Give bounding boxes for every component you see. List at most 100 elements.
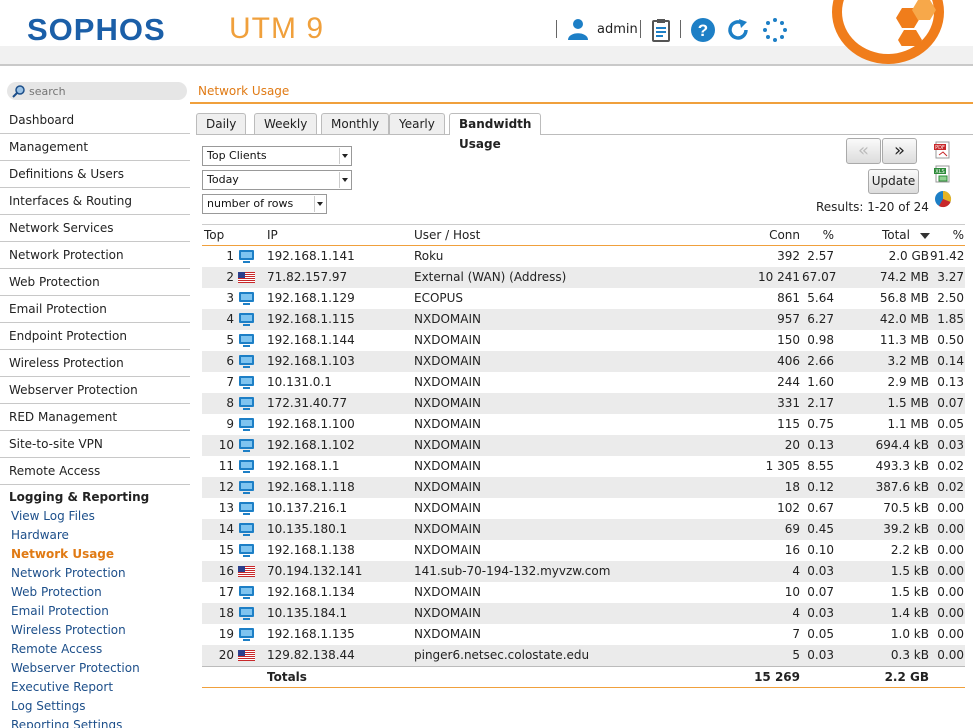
cell-ip[interactable]: 10.131.0.1 — [267, 372, 332, 393]
next-page-button[interactable]: » — [882, 138, 917, 164]
pie-chart-icon[interactable] — [934, 190, 952, 208]
sidebar-section-logging-reporting[interactable]: Logging & Reporting — [0, 485, 190, 507]
sidebar-sub-remote-access[interactable]: Remote Access — [0, 640, 190, 659]
cell-ip[interactable]: 192.168.1.1 — [267, 456, 340, 477]
sidebar-sub-executive-report[interactable]: Executive Report — [0, 678, 190, 697]
period-select[interactable]: Today — [202, 170, 352, 190]
table-row[interactable]: 9 192.168.1.100 NXDOMAIN 115 0.75 1.1 MB 0.05 — [202, 414, 965, 435]
cell-ip[interactable]: 192.168.1.118 — [267, 477, 355, 498]
refresh-icon[interactable] — [725, 17, 751, 43]
tab-weekly[interactable]: Weekly — [254, 113, 318, 134]
table-row[interactable]: 14 10.135.180.1 NXDOMAIN 69 0.45 39.2 kB 0.00 — [202, 519, 965, 540]
cell-ip[interactable]: 192.168.1.115 — [267, 309, 355, 330]
table-row[interactable]: 15 192.168.1.138 NXDOMAIN 16 0.10 2.2 kB 0.00 — [202, 540, 965, 561]
table-row[interactable]: 5 192.168.1.144 NXDOMAIN 150 0.98 11.3 MB 0.50 — [202, 330, 965, 351]
table-row[interactable]: 1 192.168.1.141 Roku 392 2.57 2.0 GB 91.42 — [202, 246, 965, 267]
tab-daily[interactable]: Daily — [196, 113, 247, 134]
clipboard-icon[interactable] — [649, 17, 675, 43]
sidebar-sub-hardware[interactable]: Hardware — [0, 526, 190, 545]
sidebar-sub-reporting-settings[interactable]: Reporting Settings — [0, 716, 190, 728]
sidebar-sub-web-protection[interactable]: Web Protection — [0, 583, 190, 602]
cell-ip[interactable]: 70.194.132.141 — [267, 561, 362, 582]
table-row[interactable]: 12 192.168.1.118 NXDOMAIN 18 0.12 387.6 kB 0.0… — [202, 477, 965, 498]
sidebar-sub-view-log-files[interactable]: View Log Files — [0, 507, 190, 526]
table-row[interactable]: 18 10.135.184.1 NXDOMAIN 4 0.03 1.4 kB 0.00 — [202, 603, 965, 624]
cell-ip[interactable]: 129.82.138.44 — [267, 645, 355, 666]
col-header-user-host[interactable]: User / Host — [414, 225, 480, 246]
tab-yearly[interactable]: Yearly — [389, 113, 445, 134]
help-icon[interactable]: ? — [690, 17, 716, 43]
table-row[interactable]: 11 192.168.1.1 NXDOMAIN 1 305 8.55 493.3 kB 0.… — [202, 456, 965, 477]
computer-icon — [239, 523, 254, 536]
table-row[interactable]: 4 192.168.1.115 NXDOMAIN 957 6.27 42.0 MB 1.85 — [202, 309, 965, 330]
cell-ip[interactable]: 192.168.1.138 — [267, 540, 355, 561]
table-row[interactable]: 8 172.31.40.77 NXDOMAIN 331 2.17 1.5 MB 0.07 — [202, 393, 965, 414]
sidebar-item-network-services[interactable]: Network Services — [0, 215, 190, 242]
col-header-total[interactable]: Total — [842, 225, 910, 246]
pdf-export-icon[interactable]: PDF — [934, 141, 952, 159]
cell-ip[interactable]: 192.168.1.135 — [267, 624, 355, 645]
cell-ip[interactable]: 192.168.1.102 — [267, 435, 355, 456]
cell-ip[interactable]: 192.168.1.144 — [267, 330, 355, 351]
sidebar-sub-log-settings[interactable]: Log Settings — [0, 697, 190, 716]
sidebar-sub-network-usage[interactable]: Network Usage — [0, 545, 190, 564]
tab-bandwidth-usage[interactable]: Bandwidth Usage — [449, 113, 542, 151]
rows-select[interactable]: number of rows — [202, 194, 327, 214]
search-input[interactable] — [29, 83, 179, 99]
col-header-top[interactable]: Top — [204, 225, 224, 246]
xls-export-icon[interactable]: XLS — [934, 165, 952, 183]
table-row[interactable]: 3 192.168.1.129 ECOPUS 861 5.64 56.8 MB 2.50 — [202, 288, 965, 309]
col-header-ip[interactable]: IP — [267, 225, 278, 246]
tab-monthly[interactable]: Monthly — [321, 113, 390, 134]
sidebar-item-webserver-protection[interactable]: Webserver Protection — [0, 377, 190, 404]
cell-ip[interactable]: 192.168.1.129 — [267, 288, 355, 309]
cell-ip[interactable]: 10.137.216.1 — [267, 498, 347, 519]
sidebar-item-management[interactable]: Management — [0, 134, 190, 161]
sidebar-item-endpoint-protection[interactable]: Endpoint Protection — [0, 323, 190, 350]
search-box[interactable] — [7, 82, 187, 100]
table-row[interactable]: 19 192.168.1.135 NXDOMAIN 7 0.05 1.0 kB 0.00 — [202, 624, 965, 645]
sidebar-sub-webserver-protection[interactable]: Webserver Protection — [0, 659, 190, 678]
user-name[interactable]: admin — [597, 22, 638, 37]
cell-total: 39.2 kB — [883, 522, 929, 536]
previous-page-button[interactable]: « — [846, 138, 881, 164]
sidebar-item-wireless-protection[interactable]: Wireless Protection — [0, 350, 190, 377]
user-icon[interactable] — [566, 17, 590, 41]
cell-ip[interactable]: 192.168.1.103 — [267, 351, 355, 372]
sidebar-item-dashboard[interactable]: Dashboard — [0, 107, 190, 134]
cell-ip[interactable]: 10.135.180.1 — [267, 519, 347, 540]
cell-total: 2.2 kB — [890, 543, 929, 557]
cell-ip[interactable]: 10.135.184.1 — [267, 603, 347, 624]
table-row[interactable]: 16 70.194.132.141 141.sub-70-194-132.myvzw… — [202, 561, 965, 582]
sidebar-item-web-protection[interactable]: Web Protection — [0, 269, 190, 296]
table-row[interactable]: 2 71.82.157.97 External (WAN) (Address) 10 … — [202, 267, 965, 288]
sidebar-item-remote-access[interactable]: Remote Access — [0, 458, 190, 485]
cell-ip[interactable]: 192.168.1.134 — [267, 582, 355, 603]
sidebar-sub-wireless-protection[interactable]: Wireless Protection — [0, 621, 190, 640]
table-row[interactable]: 10 192.168.1.102 NXDOMAIN 20 0.13 694.4 kB 0.0… — [202, 435, 965, 456]
sidebar-item-interfaces-routing[interactable]: Interfaces & Routing — [0, 188, 190, 215]
cell-ip[interactable]: 192.168.1.100 — [267, 414, 355, 435]
sidebar-item-definitions-users[interactable]: Definitions & Users — [0, 161, 190, 188]
sidebar-item-red-management[interactable]: RED Management — [0, 404, 190, 431]
sidebar-item-email-protection[interactable]: Email Protection — [0, 296, 190, 323]
cell-total-pct: 0.05 — [937, 417, 964, 431]
table-row[interactable]: 6 192.168.1.103 NXDOMAIN 406 2.66 3.2 MB 0.14 — [202, 351, 965, 372]
cell-ip[interactable]: 71.82.157.97 — [267, 267, 347, 288]
table-row[interactable]: 7 10.131.0.1 NXDOMAIN 244 1.60 2.9 MB 0.13 — [202, 372, 965, 393]
sidebar-sub-network-protection[interactable]: Network Protection — [0, 564, 190, 583]
cell-ip[interactable]: 192.168.1.141 — [267, 246, 355, 267]
sidebar-item-site-to-site-vpn[interactable]: Site-to-site VPN — [0, 431, 190, 458]
col-header-total-pct[interactable]: % — [930, 225, 964, 246]
table-row[interactable]: 20 129.82.138.44 pinger6.netsec.colostate.… — [202, 645, 965, 666]
cell-ip[interactable]: 172.31.40.77 — [267, 393, 347, 414]
table-row[interactable]: 13 10.137.216.1 NXDOMAIN 102 0.67 70.5 kB 0.00 — [202, 498, 965, 519]
table-row[interactable]: 17 192.168.1.134 NXDOMAIN 10 0.07 1.5 kB 0.00 — [202, 582, 965, 603]
col-header-conn-pct[interactable]: % — [802, 225, 834, 246]
col-header-conn[interactable]: Conn — [742, 225, 800, 246]
clients-select[interactable]: Top Clients — [202, 146, 352, 166]
update-button[interactable]: Update — [868, 169, 919, 194]
tab-strip-line — [196, 134, 973, 135]
sidebar-sub-email-protection[interactable]: Email Protection — [0, 602, 190, 621]
sidebar-item-network-protection[interactable]: Network Protection — [0, 242, 190, 269]
